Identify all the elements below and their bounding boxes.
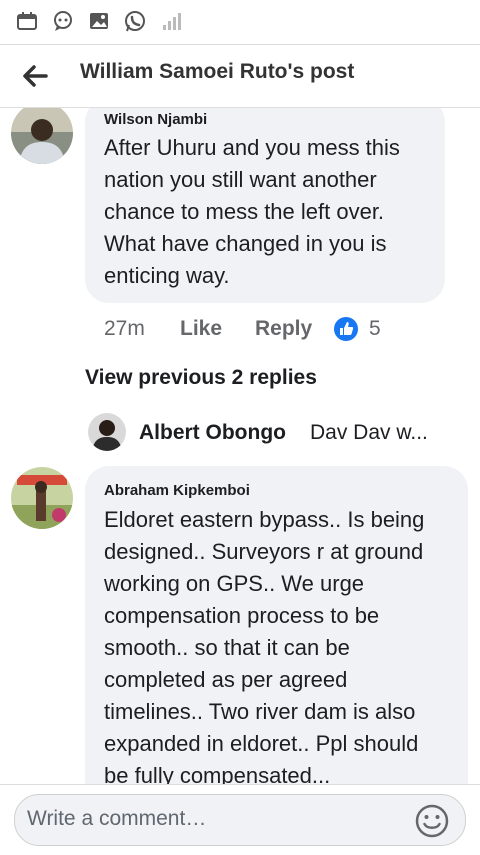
like-button[interactable]: Like: [180, 317, 222, 341]
comment-text-line: timelines.. Two river dam is also: [104, 699, 416, 724]
comment-text-line: After Uhuru and you mess this: [104, 135, 400, 160]
comment-text-line: Eldoret eastern bypass.. Is being: [104, 507, 425, 532]
smiley-icon[interactable]: [414, 803, 450, 839]
comment-author[interactable]: Wilson Njambi: [104, 111, 207, 128]
signal-icon: [163, 13, 181, 30]
reply-snippet[interactable]: Dav Dav w...: [310, 421, 428, 445]
like-reaction-icon[interactable]: [333, 316, 359, 342]
reaction-count[interactable]: 5: [369, 317, 381, 341]
comment-text-line: enticing way.: [104, 263, 230, 288]
comment-text-line: nation you still want another: [104, 167, 377, 192]
comments-feed[interactable]: Wilson Njambi After Uhuru and you mess t…: [0, 108, 480, 784]
reply-avatar[interactable]: [88, 413, 126, 451]
comment-text-line: designed.. Surveyors r at ground: [104, 539, 424, 564]
view-previous-replies-link[interactable]: View previous 2 replies: [85, 366, 317, 390]
comment-text-line: smooth.. so that it can be: [104, 635, 350, 660]
comment-text-line: What have changed in you is: [104, 231, 387, 256]
app-header: William Samoei Ruto's post: [0, 45, 480, 108]
reply-author[interactable]: Albert Obongo: [139, 421, 286, 445]
comment-input-placeholder: Write a comment…: [27, 807, 207, 830]
comment-composer: Write a comment…: [0, 784, 480, 855]
avatar[interactable]: [11, 108, 73, 164]
chat-bubble-icon: [54, 11, 72, 31]
comment-text-line: be fully compensated...: [104, 763, 331, 784]
comment-text-line: working on GPS.. We urge: [104, 571, 365, 596]
reply-button[interactable]: Reply: [255, 317, 312, 341]
comment-text-line: chance to mess the left over.: [104, 199, 385, 224]
avatar[interactable]: [11, 467, 73, 529]
comment-text-line: completed as per agreed: [104, 667, 348, 692]
page-title: William Samoei Ruto's post: [80, 60, 355, 83]
arrow-left-icon[interactable]: [18, 59, 52, 93]
gallery-icon: [90, 13, 108, 29]
calendar-icon: [17, 12, 37, 30]
status-bar: [0, 0, 480, 45]
comment-input[interactable]: Write a comment…: [14, 794, 466, 846]
comment-text-line: compensation process to be: [104, 603, 380, 628]
comment-author[interactable]: Abraham Kipkemboi: [104, 482, 250, 499]
comment-timestamp: 27m: [104, 317, 145, 340]
comment-text-line: expanded in eldoret.. Ppl should: [104, 731, 419, 756]
whatsapp-icon: [125, 11, 145, 32]
